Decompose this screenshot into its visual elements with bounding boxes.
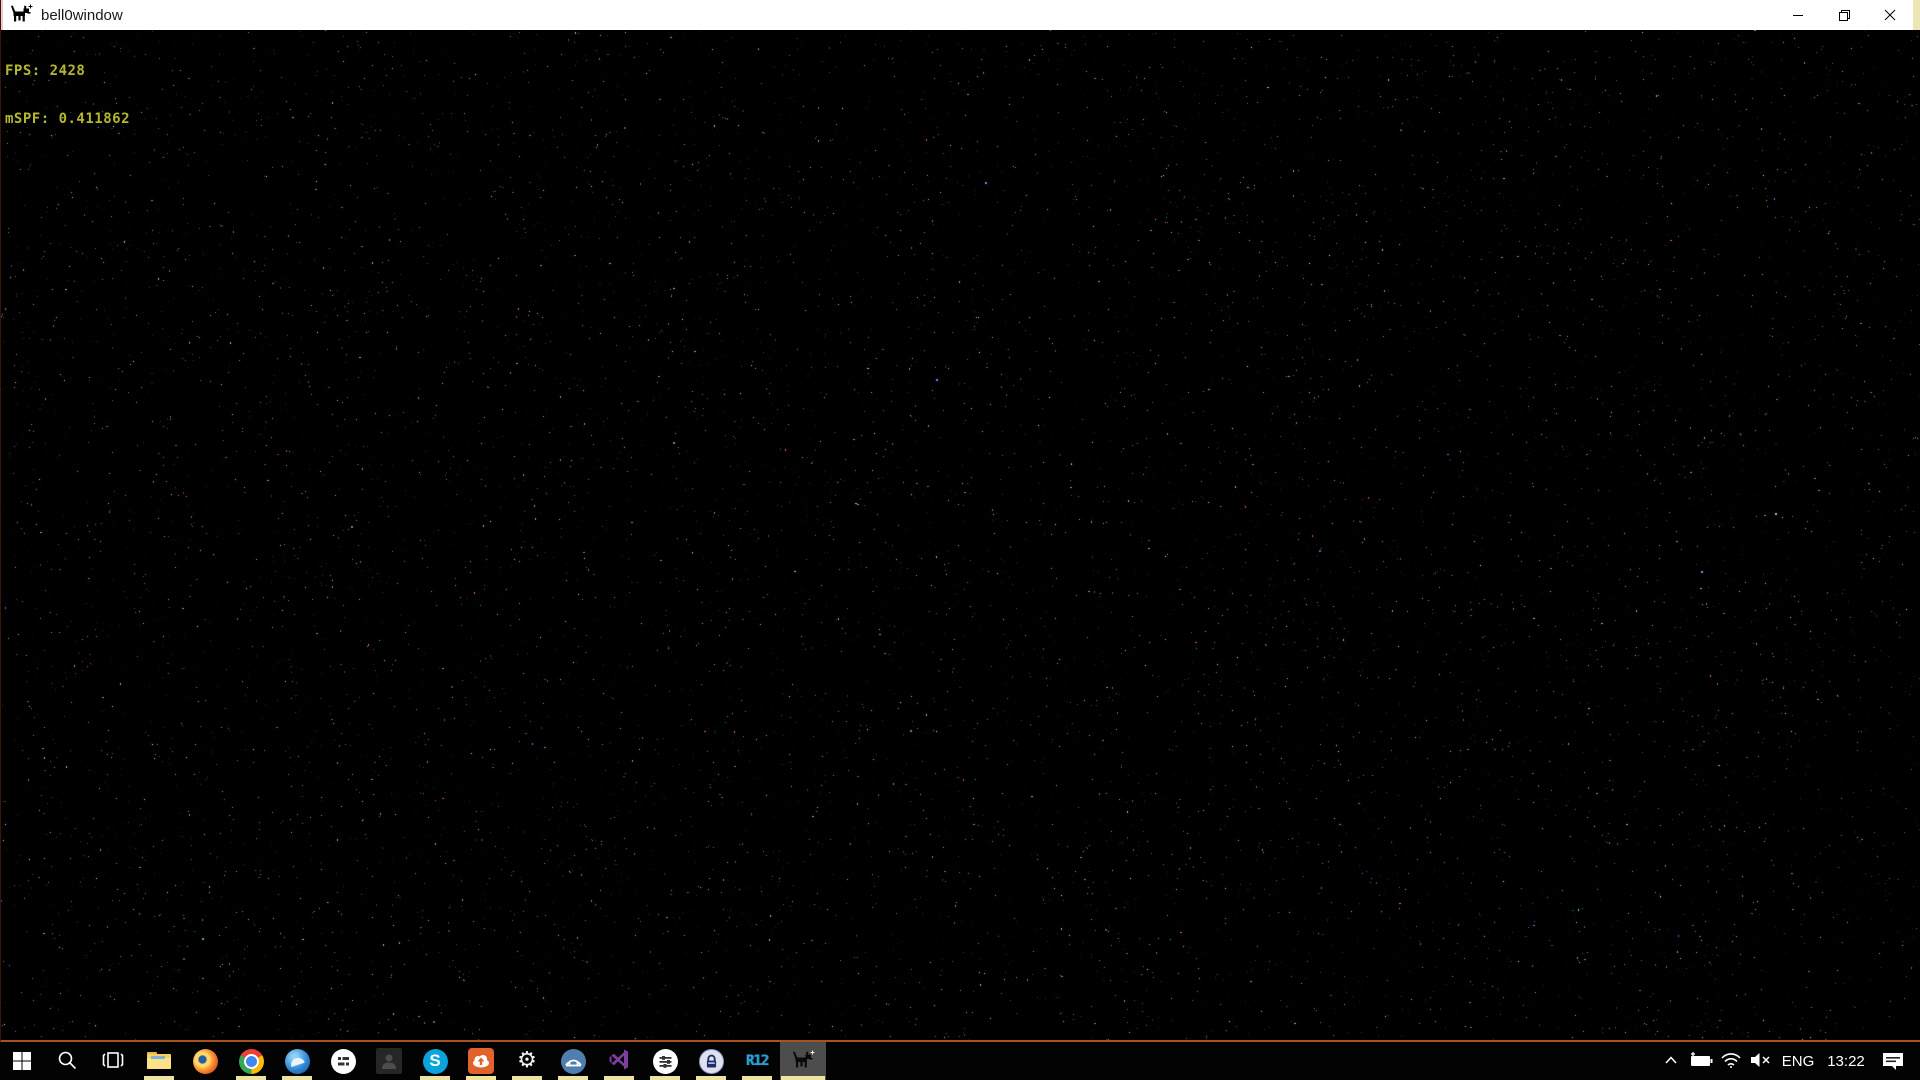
visual-studio-icon [607,1047,632,1075]
action-center-button[interactable] [1872,1042,1914,1080]
keepass-lock-icon [699,1049,724,1074]
language-indicator[interactable]: ENG [1776,1042,1820,1080]
taskbar-item-thunderbird[interactable] [274,1042,320,1080]
volume-muted-icon [1749,1051,1773,1072]
left-edge-strip [1,0,3,30]
taskbar-item-keepass[interactable] [688,1042,734,1080]
taskbar-item-network-bridge[interactable] [550,1042,596,1080]
chevron-up-icon [1663,1052,1679,1071]
system-tray: ENG 13:22 [1656,1042,1920,1080]
search-button[interactable] [44,1042,90,1080]
taskbar-item-media-list[interactable] [320,1042,366,1080]
settings-gear-icon: ⚙ [517,1050,537,1072]
dog-logo-icon [9,4,33,26]
taskbar-item-settings[interactable]: ⚙ [504,1042,550,1080]
close-button[interactable] [1867,0,1913,30]
battery-status-button[interactable] [1686,1042,1716,1080]
debug-overlay: FPS: 2428 mSPF: 0.411862 [5,31,130,159]
minimize-button[interactable] [1775,0,1821,30]
wifi-icon [1720,1051,1742,1072]
battery-charging-icon [1688,1050,1714,1073]
taskbar-item-user-profile[interactable] [366,1042,412,1080]
window-title: bell0window [41,7,123,24]
firefox-icon [193,1049,218,1074]
mspf-counter: mSPF: 0.411862 [5,111,130,127]
fps-counter: FPS: 2428 [5,63,130,79]
taskbar-item-cloud-sync[interactable] [458,1042,504,1080]
network-status-button[interactable] [1716,1042,1746,1080]
window-controls [1775,0,1913,30]
task-view-button[interactable] [90,1042,136,1080]
chrome-icon [239,1049,264,1074]
render-viewport[interactable]: FPS: 2428 mSPF: 0.411862 [1,30,1920,1040]
desktop: bell0window [0,0,1920,1080]
starfield-canvas [1,30,1920,1040]
search-icon [56,1049,78,1074]
taskbar-item-firefox[interactable] [182,1042,228,1080]
taskbar: S ⚙ [0,1042,1920,1080]
thunderbird-icon [285,1049,310,1074]
cloud-upload-icon [468,1048,494,1074]
r12-pixel-logo: R12 [746,1053,768,1069]
restore-button[interactable] [1821,0,1867,30]
taskbar-item-chrome[interactable] [228,1042,274,1080]
volume-button[interactable] [1746,1042,1776,1080]
taskbar-item-visual-studio[interactable] [596,1042,642,1080]
titlebar[interactable]: bell0window [1,0,1920,30]
mixer-icon [653,1049,678,1074]
skype-icon: S [423,1049,448,1074]
taskbar-item-audio-mixer[interactable] [642,1042,688,1080]
bell0window-app-window: bell0window [0,0,1920,1042]
action-center-icon [1881,1049,1905,1074]
skype-letter: S [429,1051,440,1071]
taskbar-item-skype[interactable]: S [412,1042,458,1080]
task-view-icon [101,1049,125,1074]
taskbar-item-r12-app[interactable]: R12 [734,1042,780,1080]
start-button[interactable] [0,1042,44,1080]
file-explorer-icon [146,1049,172,1074]
right-edge-strip [1913,0,1920,30]
taskbar-item-file-explorer[interactable] [136,1042,182,1080]
media-list-icon [331,1049,356,1074]
bridge-app-icon [561,1049,586,1074]
person-icon [376,1048,402,1074]
clock[interactable]: 13:22 [1820,1042,1872,1080]
dog-logo-icon [791,1049,815,1074]
taskbar-item-bell0window[interactable] [780,1042,826,1080]
tray-overflow-button[interactable] [1656,1042,1686,1080]
